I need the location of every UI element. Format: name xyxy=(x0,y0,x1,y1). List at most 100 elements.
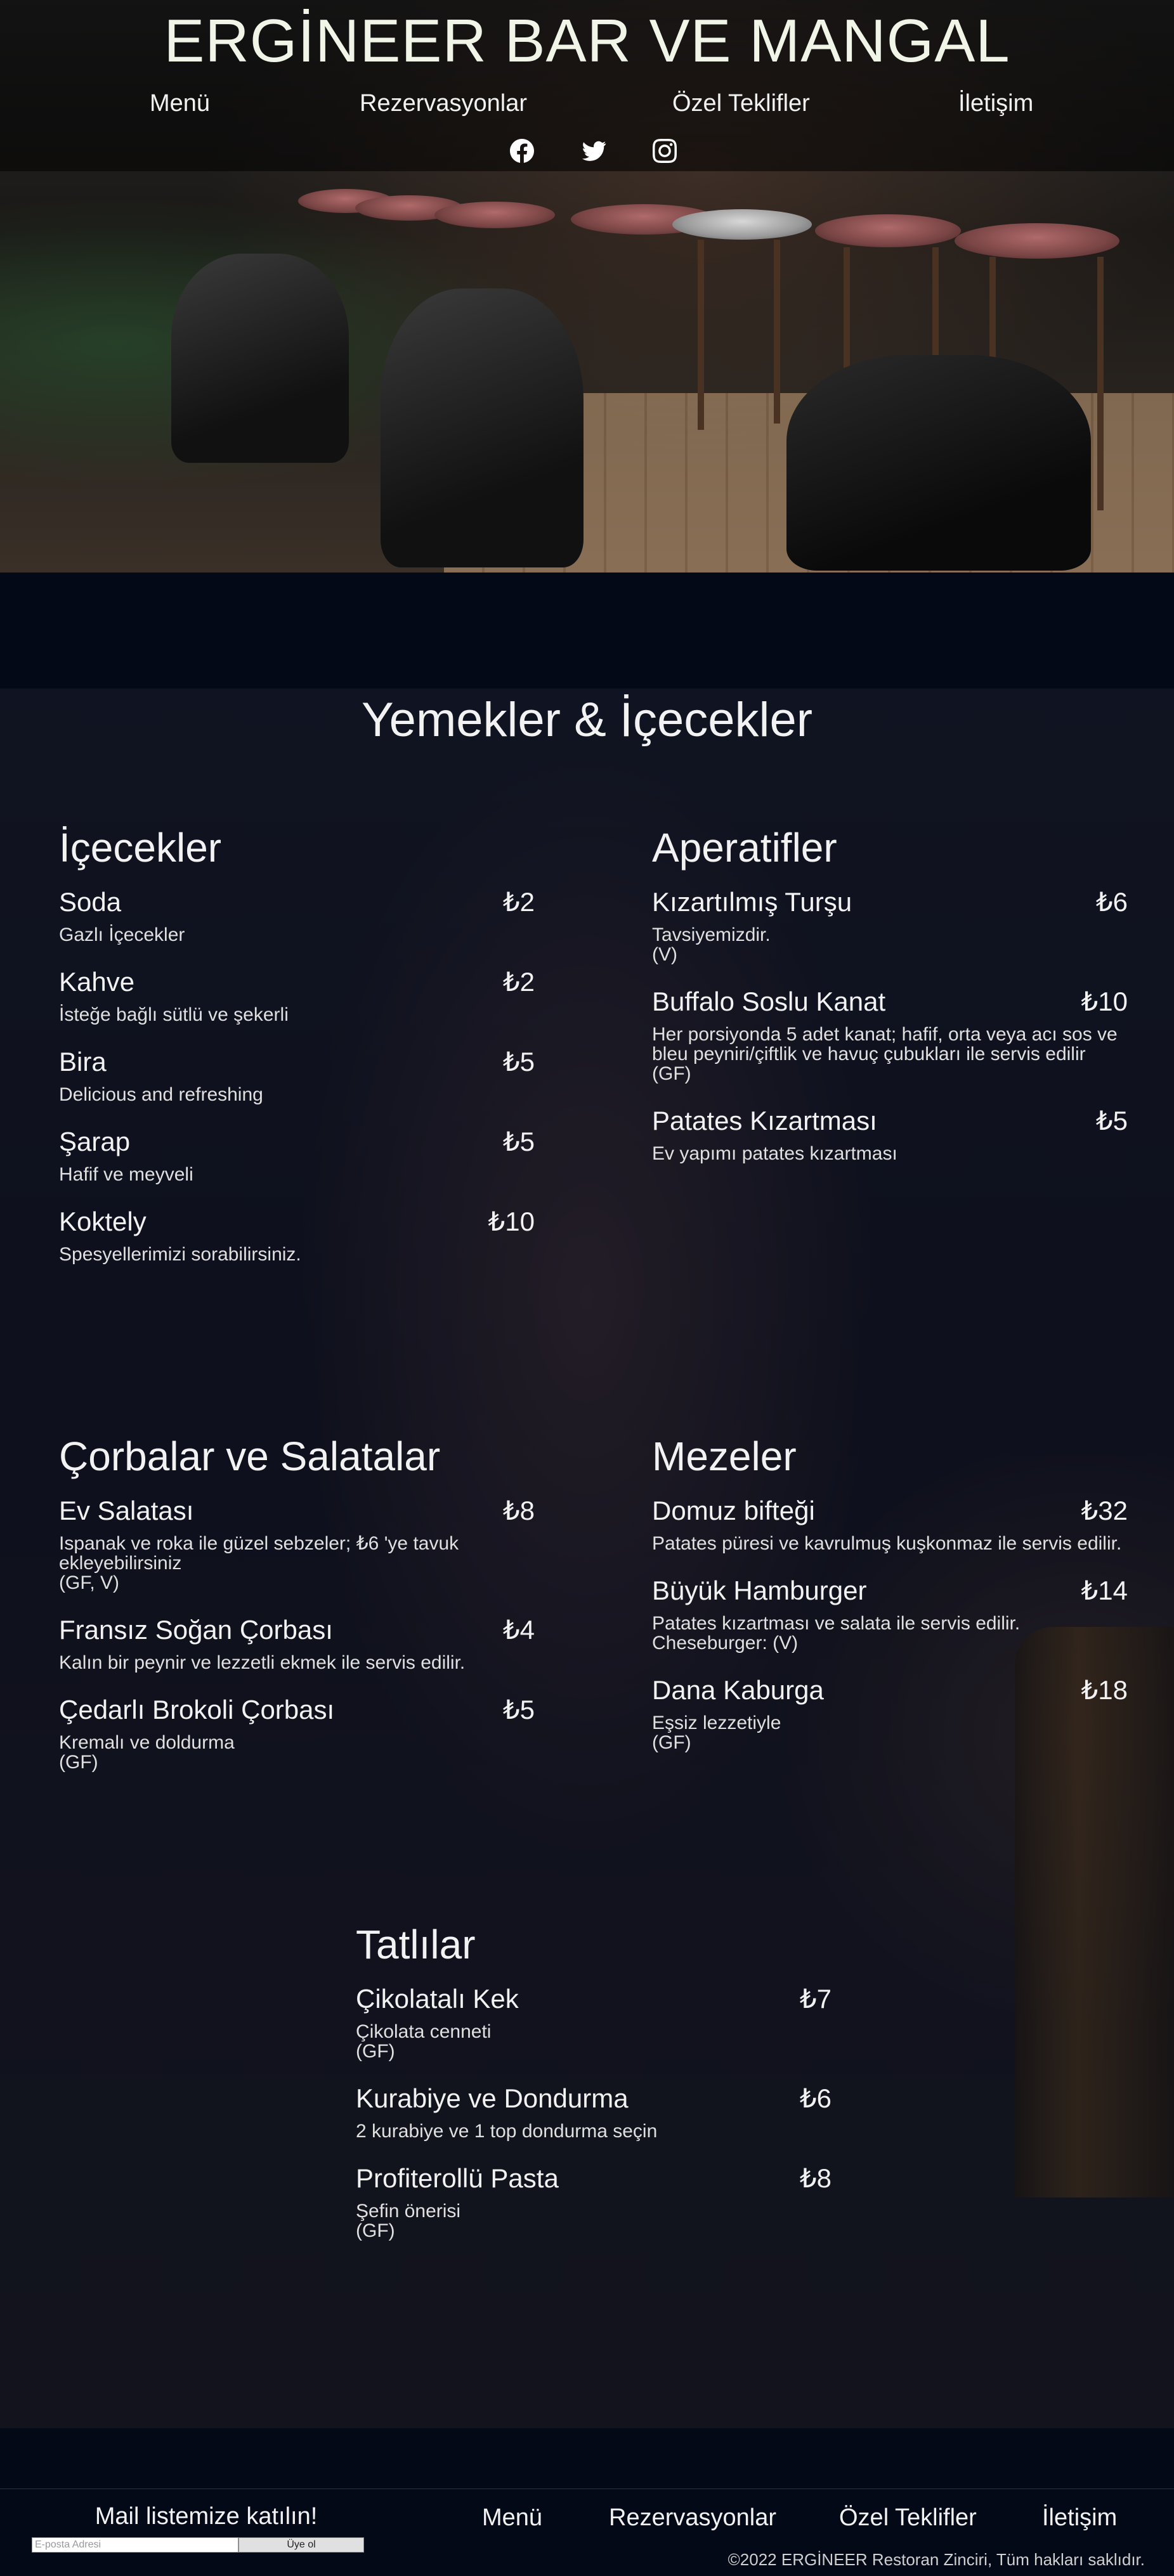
item-name: Soda xyxy=(59,887,122,917)
menu-item: Patates Kızartması ₺5 Ev yapımı patates k… xyxy=(652,1105,1128,1163)
item-name: Kahve xyxy=(59,967,135,997)
bar-stool xyxy=(955,223,1119,259)
item-description: Hafif ve meyveli xyxy=(59,1164,193,1185)
footer: Mail listemize katılın! Üye ol Menü Reze… xyxy=(0,2489,1174,2576)
menu-item: Fransız Soğan Çorbası ₺4 Kalın bir peynir… xyxy=(59,1614,535,1673)
category-appetizers: Aperatifler Kızartılmış Turşu ₺6 Tavsiyem… xyxy=(652,824,1128,1185)
category-title: Çorbalar ve Salatalar xyxy=(59,1434,441,1479)
nav-offers-link[interactable]: Özel Teklifler xyxy=(672,90,810,117)
item-description: Eşsiz lezzetiyle xyxy=(652,1712,781,1733)
item-price: ₺18 xyxy=(1081,1675,1128,1705)
hero-banner: ERGİNEER BAR VE MANGAL Menü Rezervasyonl… xyxy=(0,0,1174,573)
item-price: ₺8 xyxy=(502,1496,535,1525)
menu-item: Domuz bifteği ₺32 Patates püresi ve kavru… xyxy=(652,1495,1128,1553)
item-description: Ispanak ve roka ile güzel sebzeler; ₺6 '… xyxy=(59,1533,459,1574)
copyright-text: ©2022 ERGİNEER Restoran Zinciri, Tüm hak… xyxy=(727,2550,1145,2569)
nav-menu-link[interactable]: Menü xyxy=(150,90,210,117)
item-name: Kızartılmış Turşu xyxy=(652,887,852,917)
mailing-list-title: Mail listemize katılın! xyxy=(95,2503,318,2530)
item-name: Domuz bifteği xyxy=(652,1496,815,1525)
category-title: İçecekler xyxy=(59,825,222,871)
item-price: ₺6 xyxy=(1095,887,1128,917)
menu-item: Büyük Hamburger ₺14 Patates kızartması ve… xyxy=(652,1575,1128,1653)
category-title: Mezeler xyxy=(652,1434,797,1479)
footer-offers-link[interactable]: Özel Teklifler xyxy=(839,2504,977,2532)
item-name: Patates Kızartması xyxy=(652,1106,877,1136)
menu-item: Kurabiye ve Dondurma ₺6 2 kurabiye ve 1 t… xyxy=(356,2083,832,2141)
bar-stool xyxy=(672,209,812,240)
menu-item: Koktely ₺10 Spesyellerimizi sorabilirsini… xyxy=(59,1206,535,1264)
nav-reservations-link[interactable]: Rezervasyonlar xyxy=(360,90,527,117)
item-description: Her porsiyonda 5 adet kanat; hafif, orta… xyxy=(652,1024,1118,1065)
item-diet-tag: (V) xyxy=(652,944,677,965)
item-description: Gazlı İçecekler xyxy=(59,924,185,945)
item-diet-tag: (GF, V) xyxy=(59,1572,119,1593)
category-drinks: İçecekler Soda ₺2 Gazlı İçecekler Kahve ₺2… xyxy=(59,824,535,1286)
menu-item: Soda ₺2 Gazlı İçecekler xyxy=(59,886,535,945)
item-price: ₺7 xyxy=(799,1984,832,2014)
item-price: ₺8 xyxy=(799,2163,832,2193)
item-description: İsteğe bağlı sütlü ve şekerli xyxy=(59,1004,289,1025)
email-field[interactable] xyxy=(32,2537,238,2553)
footer-reservations-link[interactable]: Rezervasyonlar xyxy=(609,2504,776,2532)
item-description: Patates püresi ve kavrulmuş kuşkonmaz il… xyxy=(652,1533,1122,1554)
subscribe-button[interactable]: Üye ol xyxy=(238,2537,364,2553)
item-price: ₺14 xyxy=(1081,1576,1128,1605)
item-price: ₺5 xyxy=(502,1047,535,1077)
site-title: ERGİNEER BAR VE MANGAL xyxy=(164,7,1010,75)
item-name: Çikolatalı Kek xyxy=(356,1984,519,2014)
item-description: 2 kurabiye ve 1 top dondurma seçin xyxy=(356,2121,658,2142)
item-diet-tag: (GF) xyxy=(356,2041,395,2062)
item-name: Kurabiye ve Dondurma xyxy=(356,2083,629,2113)
menu-item: Profiterollü Pasta ₺8 Şefin önerisi (GF) xyxy=(356,2163,832,2241)
category-soups-salads: Çorbalar ve Salatalar Ev Salatası ₺8 Ispa… xyxy=(59,1433,535,1794)
twitter-icon[interactable] xyxy=(582,138,607,164)
item-description: Kalın bir peynir ve lezzetli ekmek ile s… xyxy=(59,1652,466,1673)
stool-leg xyxy=(1097,257,1104,510)
category-mains: Mezeler Domuz bifteği ₺32 Patates püresi … xyxy=(652,1433,1128,1774)
menu-title: Yemekler & İçecekler xyxy=(361,693,813,747)
category-title: Tatlılar xyxy=(356,1922,476,1967)
item-diet-tag: (GF) xyxy=(652,1063,691,1084)
item-name: Profiterollü Pasta xyxy=(356,2163,559,2193)
nav-contact-link[interactable]: İletişim xyxy=(958,90,1033,117)
item-description: Şefin önerisi xyxy=(356,2201,461,2222)
footer-contact-link[interactable]: İletişim xyxy=(1042,2504,1117,2532)
facebook-icon[interactable] xyxy=(509,138,535,164)
item-price: ₺2 xyxy=(502,967,535,997)
bar-stool xyxy=(434,202,555,228)
item-description: Delicious and refreshing xyxy=(59,1084,263,1105)
instagram-icon[interactable] xyxy=(652,138,677,164)
item-name: Şarap xyxy=(59,1127,131,1156)
item-name: Bira xyxy=(59,1047,107,1077)
top-navbar: ERGİNEER BAR VE MANGAL Menü Rezervasyonl… xyxy=(0,0,1174,171)
menu-item: Şarap ₺5 Hafif ve meyveli xyxy=(59,1126,535,1184)
menu-item: Dana Kaburga ₺18 Eşsiz lezzetiyle (GF) xyxy=(652,1674,1128,1752)
menu-item: Buffalo Soslu Kanat ₺10 Her porsiyonda 5 … xyxy=(652,986,1128,1084)
stool-leg xyxy=(774,240,780,424)
category-title: Aperatifler xyxy=(652,825,837,871)
item-price: ₺4 xyxy=(502,1615,535,1645)
item-name: Ev Salatası xyxy=(59,1496,194,1525)
menu-item: Çikolatalı Kek ₺7 Çikolata cenneti (GF) xyxy=(356,1983,832,2061)
item-price: ₺6 xyxy=(799,2083,832,2113)
menu-item: Bira ₺5 Delicious and refreshing xyxy=(59,1046,535,1104)
item-name: Büyük Hamburger xyxy=(652,1576,867,1605)
item-name: Çedarlı Brokoli Çorbası xyxy=(59,1695,335,1725)
menu-item: Ev Salatası ₺8 Ispanak ve roka ile güzel … xyxy=(59,1495,535,1593)
item-name: Fransız Soğan Çorbası xyxy=(59,1615,333,1645)
item-description: Spesyellerimizi sorabilirsiniz. xyxy=(59,1244,301,1265)
item-price: ₺10 xyxy=(488,1207,535,1236)
footer-spacer xyxy=(0,2428,1174,2489)
item-description: Kremalı ve doldurma xyxy=(59,1732,235,1753)
footer-menu-link[interactable]: Menü xyxy=(482,2504,542,2532)
section-divider xyxy=(0,573,1174,689)
menu-item: Kahve ₺2 İsteğe bağlı sütlü ve şekerli xyxy=(59,966,535,1025)
item-price: ₺5 xyxy=(502,1695,535,1725)
stool-leg xyxy=(698,240,704,430)
item-price: ₺5 xyxy=(502,1127,535,1156)
chair xyxy=(171,254,349,463)
item-description: Tavsiyemizdir. xyxy=(652,924,771,945)
menu-item: Çedarlı Brokoli Çorbası ₺5 Kremalı ve dol… xyxy=(59,1694,535,1772)
item-diet-tag: (GF) xyxy=(652,1732,691,1753)
